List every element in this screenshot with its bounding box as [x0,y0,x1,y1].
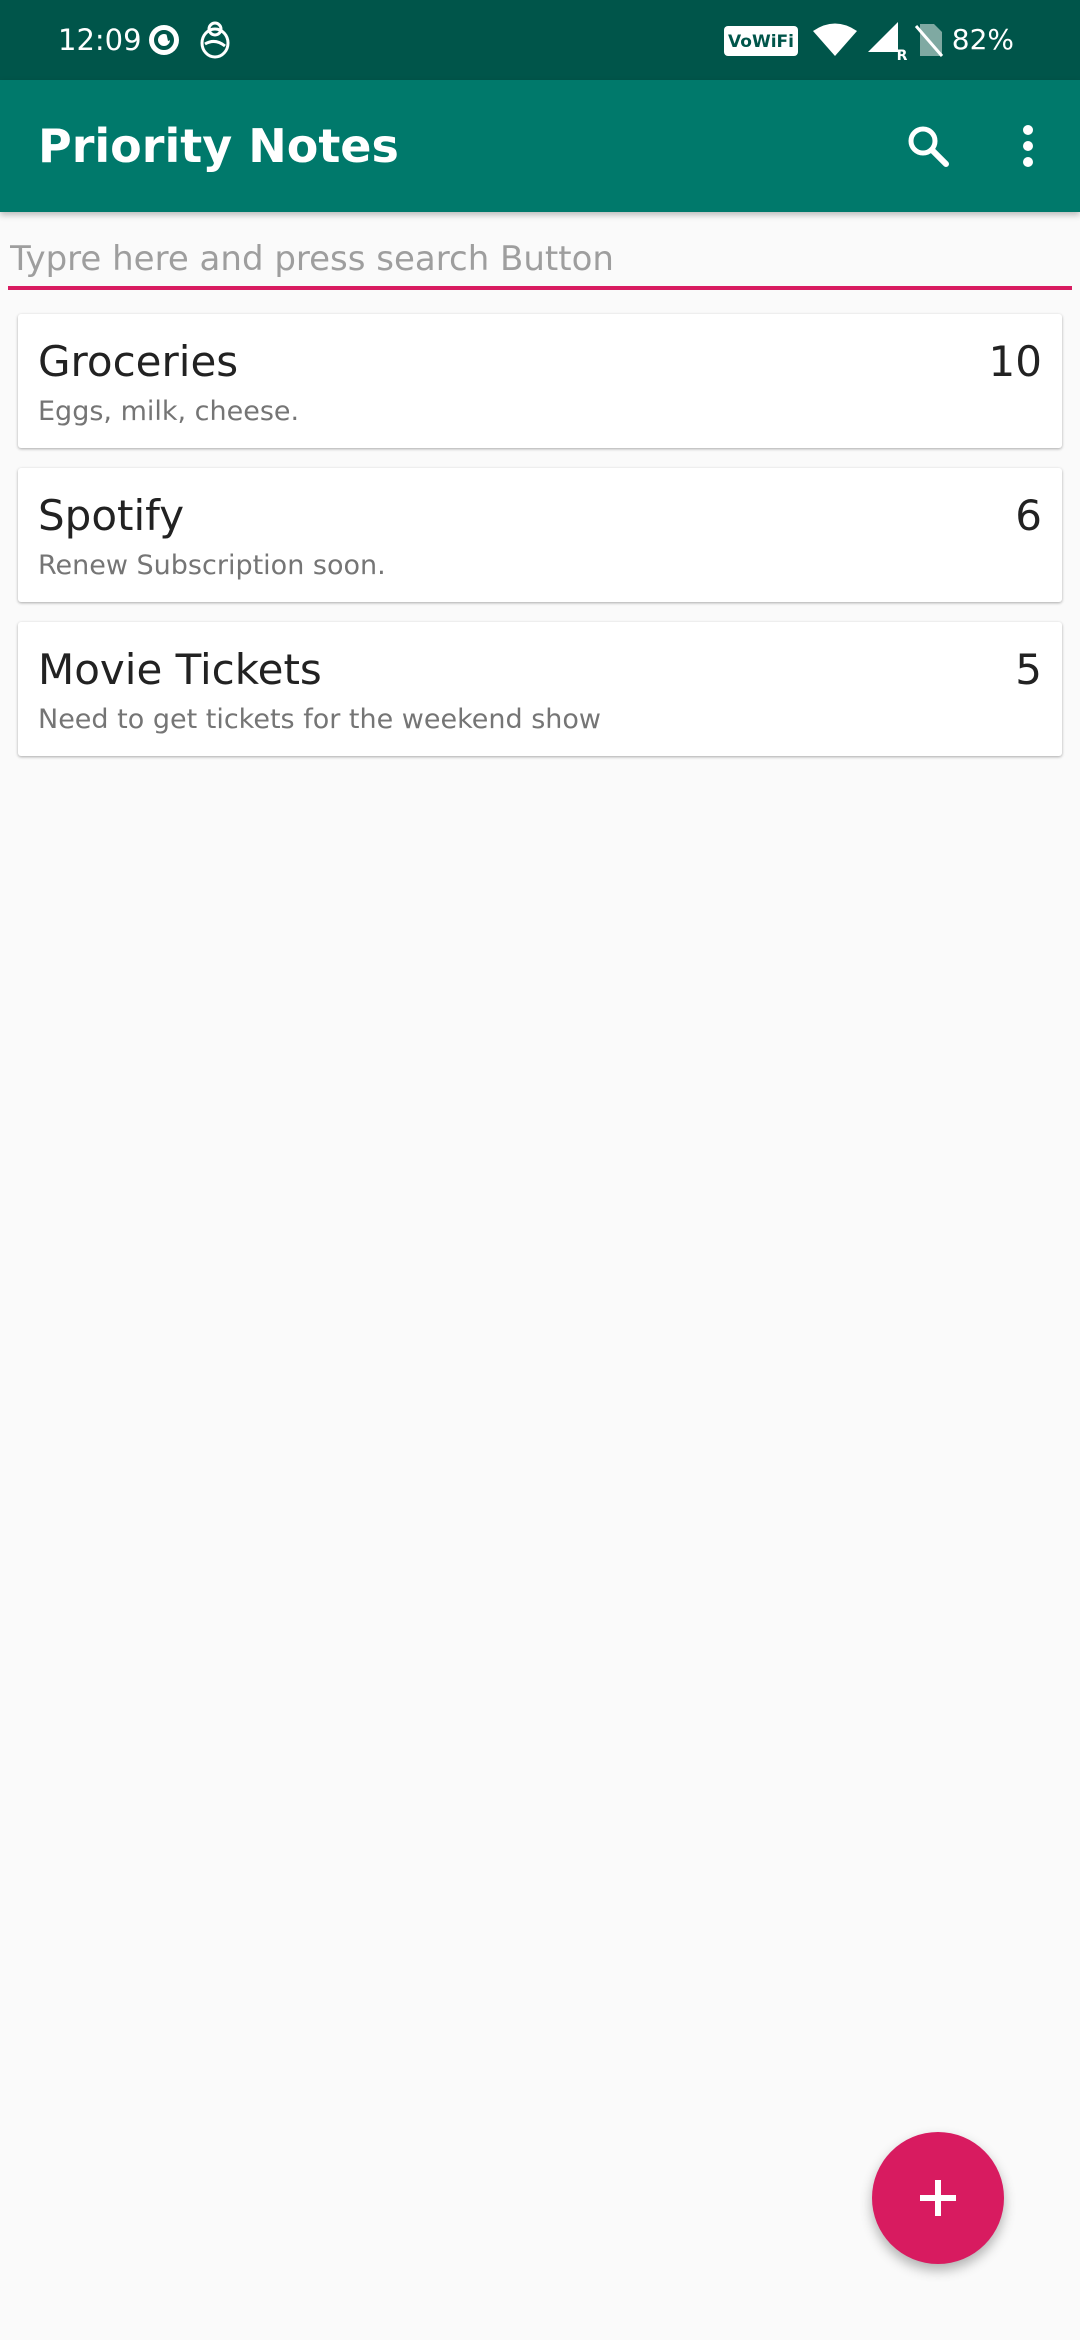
note-priority: 10 [988,337,1042,386]
note-title: Groceries [38,337,239,386]
signal-roaming-icon: R [868,22,908,60]
note-description: Eggs, milk, cheese. [38,396,300,427]
sync-icon [149,25,179,55]
add-note-button[interactable] [872,2132,1004,2264]
bug-icon [200,21,230,59]
search-icon [908,126,949,167]
note-priority: 5 [1015,645,1042,694]
search-button[interactable] [896,114,960,178]
more-vert-icon [1023,125,1033,167]
no-sim-icon [914,24,944,57]
note-title: Spotify [38,491,185,540]
note-priority: 6 [1015,491,1042,540]
plus-icon [920,2180,956,2216]
wifi-icon [813,23,857,56]
vowifi-icon: VoWiFi [724,26,798,56]
app-title: Priority Notes [38,119,399,173]
status-time: 12:09 [58,23,142,57]
note-card[interactable]: Movie Tickets 5 Need to get tickets for … [18,622,1062,756]
note-description: Need to get tickets for the weekend show [38,704,602,735]
battery-percentage: 82% [951,23,1014,56]
vowifi-label: VoWiFi [728,32,794,52]
note-card[interactable]: Spotify 6 Renew Subscription soon. [18,468,1062,602]
search-input[interactable] [8,232,1072,290]
note-title: Movie Tickets [38,645,322,694]
svg-text:R: R [897,48,908,60]
app-bar: Priority Notes [0,80,1080,212]
note-description: Renew Subscription soon. [38,550,386,581]
note-card[interactable]: Groceries 10 Eggs, milk, cheese. [18,314,1062,448]
search-row [8,232,1072,294]
more-options-button[interactable] [996,114,1060,178]
status-bar: 12:09 VoWiFi R 82% [0,0,1080,80]
